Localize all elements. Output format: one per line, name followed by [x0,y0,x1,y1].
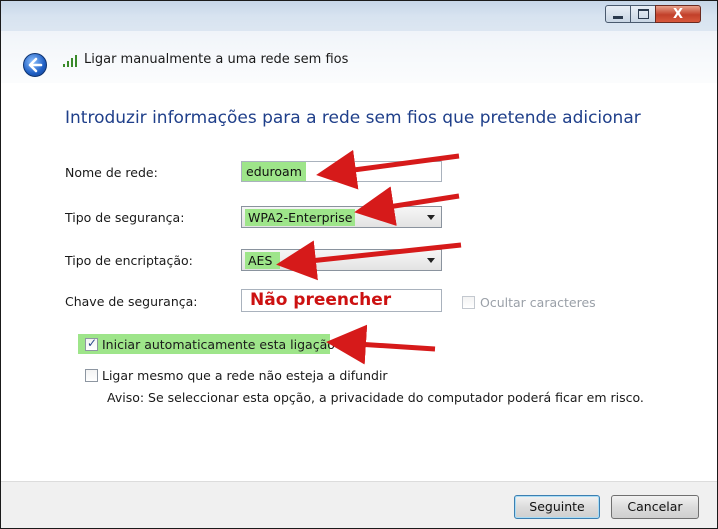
encryption-type-label: Tipo de encriptação: [65,253,193,268]
security-type-select[interactable]: WPA2-Enterprise [241,206,442,228]
close-button[interactable]: X [655,5,701,23]
minimize-button[interactable] [605,5,631,23]
encryption-type-select[interactable]: AES [241,249,442,271]
next-button[interactable]: Seguinte [514,495,600,519]
network-name-input[interactable]: eduroam [241,161,442,182]
maximize-button[interactable] [630,5,656,23]
security-key-label: Chave de segurança: [65,294,198,309]
security-key-input[interactable]: Não preencher [241,289,442,312]
dropdown-arrow-icon [427,258,435,263]
auto-start-checkbox[interactable] [85,336,98,351]
window-title: Ligar manualmente a uma rede sem fios [84,52,349,67]
maximize-icon [637,9,649,19]
dialog-footer: Seguinte Cancelar [1,481,717,528]
network-name-value: eduroam [242,162,306,181]
network-name-label: Nome de rede: [65,165,158,180]
dialog-window: X Ligar manualmente a uma rede sem fios … [0,0,718,529]
encryption-type-value: AES [245,252,280,269]
back-button[interactable] [23,53,47,77]
security-type-label: Tipo de segurança: [65,210,185,225]
cancel-button[interactable]: Cancelar [611,495,699,519]
close-icon: X [672,6,684,22]
page-heading: Introduzir informações para a rede sem f… [65,108,641,128]
warning-text: Aviso: Se seleccionar esta opção, a priv… [107,390,644,405]
hide-characters-label: Ocultar caracteres [480,295,596,310]
arrow-auto-start [326,324,436,365]
connect-even-checkbox[interactable] [85,369,98,382]
minimize-icon [613,15,623,19]
auto-start-label: Iniciar automaticamente esta ligação [102,337,335,352]
back-arrow-icon [28,57,43,73]
hide-characters-checkbox[interactable] [462,296,475,309]
dropdown-arrow-icon [427,215,435,220]
wifi-signal-icon [63,55,77,67]
connect-even-label: Ligar mesmo que a rede não esteja a difu… [102,368,388,383]
security-type-value: WPA2-Enterprise [245,209,356,226]
